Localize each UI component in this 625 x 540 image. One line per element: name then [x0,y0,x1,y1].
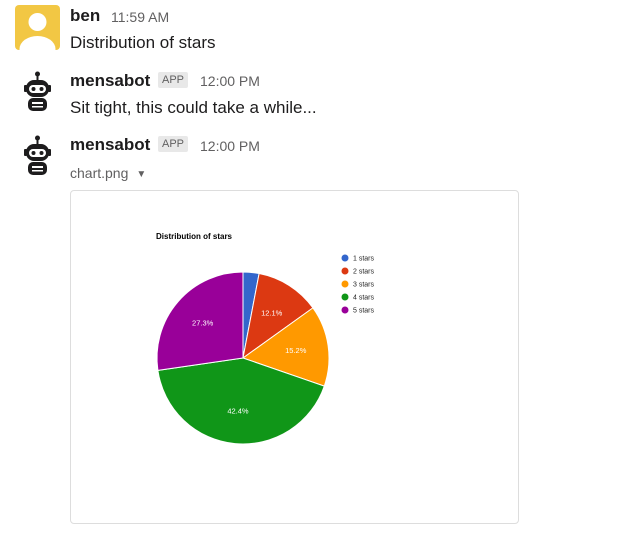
robot-avatar-icon[interactable] [15,135,60,180]
chevron-down-icon[interactable]: ▼ [136,166,146,184]
sender-name[interactable]: ben [70,6,100,26]
robot-avatar-icon[interactable] [15,71,60,116]
sender-name[interactable]: mensabot [70,135,150,155]
message-text: Distribution of stars [70,33,216,52]
chart-attachment[interactable]: Distribution of stars 12.1% 15.2% 42.4% 27.… [70,190,519,524]
message-timestamp[interactable]: 11:59 AM [111,7,169,27]
pie-data-label: 27.3% [192,319,214,328]
app-badge: APP [158,136,189,152]
legend-label: 5 stars [353,308,375,315]
user-avatar-icon[interactable] [15,5,60,50]
legend-label: 2 stars [353,269,375,276]
message-timestamp[interactable]: 12:00 PM [200,136,260,156]
legend-marker [341,306,349,314]
legend-marker [341,293,349,301]
legend-label: 1 stars [353,256,375,263]
pie-data-label: 15.2% [285,346,307,355]
file-name[interactable]: chart.png [70,165,128,181]
chart-title: Distribution of stars [156,232,233,241]
pie-data-label: 42.4% [227,407,249,416]
app-badge: APP [158,72,189,88]
pie-data-label: 12.1% [261,309,283,318]
legend-label: 4 stars [353,295,375,302]
message-text: Sit tight, this could take a while... [70,98,317,117]
legend-marker [341,280,349,288]
file-name-row[interactable]: chart.png ▼ [70,164,146,184]
legend-marker [341,267,349,275]
sender-name[interactable]: mensabot [70,71,150,91]
legend-label: 3 stars [353,282,375,289]
legend-marker [341,254,349,262]
pie-chart: Distribution of stars 12.1% 15.2% 42.4% 27.… [156,232,375,445]
message-timestamp[interactable]: 12:00 PM [200,71,260,91]
